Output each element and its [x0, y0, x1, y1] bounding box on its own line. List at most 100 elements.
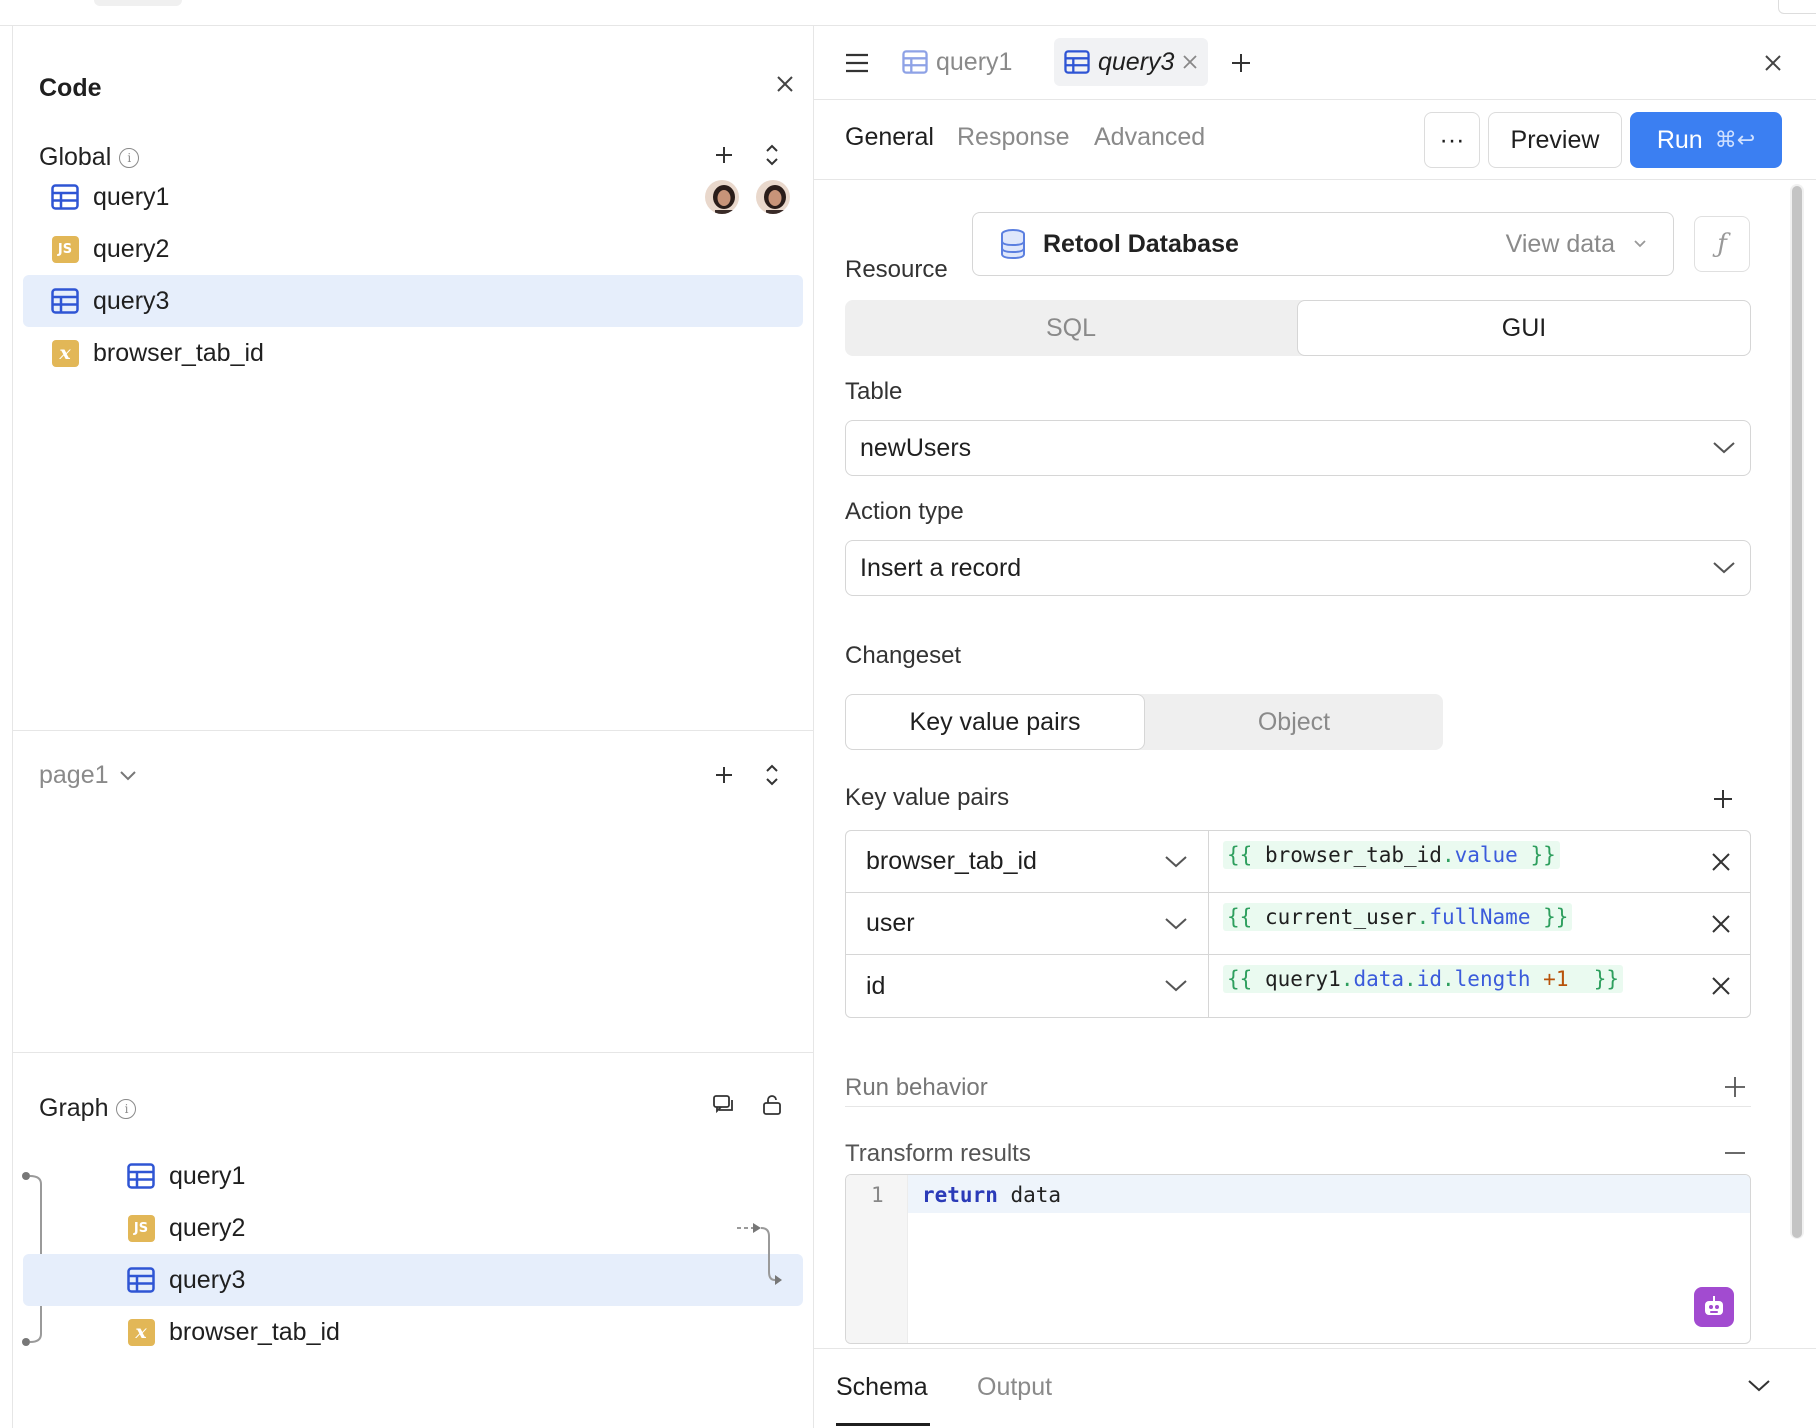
- key-select[interactable]: user: [846, 893, 1209, 954]
- graph-item-browser-tab-id[interactable]: x browser_tab_id: [23, 1306, 803, 1358]
- menu-button[interactable]: [842, 48, 872, 78]
- value-code: {{ current_user.fullName }}: [1223, 903, 1573, 931]
- plus-icon: [1232, 54, 1250, 72]
- comment-button[interactable]: [709, 1090, 739, 1120]
- global-item-query2[interactable]: JS query2: [23, 223, 803, 275]
- query-tab-bar: query1 query3: [814, 26, 1816, 100]
- new-tab-button[interactable]: [1226, 48, 1256, 78]
- info-icon[interactable]: i: [116, 1098, 137, 1119]
- query-editor-panel: query1 query3 General Response Advanced …: [814, 26, 1816, 1428]
- tab-query1[interactable]: query1: [892, 38, 1022, 86]
- collapse-bottom-panel-button[interactable]: [1744, 1371, 1774, 1401]
- ai-assistant-button[interactable]: [1694, 1287, 1734, 1327]
- resource-label: Resource: [845, 256, 948, 283]
- graph-item-query3[interactable]: query3: [23, 1254, 803, 1306]
- mode-gui[interactable]: GUI: [1297, 300, 1751, 356]
- collapse-transform-button[interactable]: [1720, 1138, 1750, 1168]
- toolbar-button[interactable]: [1778, 0, 1816, 14]
- more-options-button[interactable]: ···: [1424, 112, 1480, 168]
- info-icon[interactable]: i: [119, 147, 140, 168]
- close-icon: [777, 76, 793, 92]
- chevron-down-icon: [1165, 980, 1187, 992]
- key-value-row: user {{ current_user.fullName }}: [846, 893, 1750, 955]
- run-behavior-title[interactable]: Run behavior: [845, 1074, 988, 1102]
- table-query-icon: [51, 287, 79, 315]
- query-mode-toggle: SQL GUI: [845, 300, 1751, 356]
- subtab-response[interactable]: Response: [957, 123, 1070, 152]
- mode-sql[interactable]: SQL: [845, 300, 1297, 356]
- table-query-icon: [127, 1266, 155, 1294]
- tab-schema[interactable]: Schema: [836, 1373, 928, 1402]
- avatar[interactable]: [754, 178, 792, 216]
- run-button[interactable]: Run ⌘↩: [1630, 112, 1782, 168]
- table-query-icon: [1064, 50, 1090, 74]
- key-value-row: browser_tab_id {{ browser_tab_id.value }…: [846, 831, 1750, 893]
- comments-icon: [713, 1095, 733, 1114]
- expand-collapse-page-button[interactable]: [757, 760, 787, 790]
- value-input[interactable]: {{ current_user.fullName }}: [1209, 893, 1750, 954]
- chevron-up-down-icon: [766, 144, 778, 166]
- close-icon: [1712, 915, 1730, 933]
- transform-code-editor[interactable]: 1 return data: [845, 1174, 1751, 1344]
- changeset-object[interactable]: Object: [1145, 694, 1443, 750]
- lock-button[interactable]: [757, 1090, 787, 1120]
- key-select[interactable]: browser_tab_id: [846, 831, 1209, 892]
- key-value-row: id {{ query1.data.id.length +1 }}: [846, 955, 1750, 1017]
- expand-collapse-global-button[interactable]: [757, 140, 787, 170]
- close-icon: [1765, 55, 1781, 71]
- divider: [13, 1052, 813, 1053]
- preview-button[interactable]: Preview: [1488, 112, 1622, 168]
- plus-icon: [716, 767, 732, 783]
- delete-row-button[interactable]: [1706, 909, 1736, 939]
- close-code-panel-button[interactable]: [771, 70, 799, 98]
- hamburger-menu-icon: [846, 53, 868, 73]
- key-select[interactable]: id: [846, 955, 1209, 1017]
- changeset-key-value[interactable]: Key value pairs: [845, 694, 1145, 750]
- table-label: Table: [845, 378, 903, 405]
- toolbar-pill[interactable]: [94, 0, 182, 6]
- action-type-select[interactable]: Insert a record: [845, 540, 1751, 596]
- add-key-value-button[interactable]: [1708, 784, 1738, 814]
- close-editor-button[interactable]: [1758, 48, 1788, 78]
- graph-item-query2[interactable]: JS query2: [23, 1202, 803, 1254]
- global-item-query3[interactable]: query3: [23, 275, 803, 327]
- graph-item-query1[interactable]: query1: [23, 1150, 803, 1202]
- function-toggle-button[interactable]: ƒ: [1694, 216, 1750, 272]
- tab-output[interactable]: Output: [977, 1373, 1052, 1402]
- top-toolbar-strip: [0, 0, 1816, 26]
- value-input[interactable]: {{ query1.data.id.length +1 }}: [1209, 955, 1750, 1017]
- expand-run-behavior-button[interactable]: [1720, 1072, 1750, 1102]
- page-selector[interactable]: page1: [39, 761, 137, 790]
- chevron-down-icon: [1165, 917, 1187, 929]
- transform-results-title[interactable]: Transform results: [845, 1140, 1031, 1168]
- close-tab-icon[interactable]: [1182, 54, 1198, 70]
- resource-select[interactable]: Retool Database View data: [972, 212, 1674, 276]
- delete-row-button[interactable]: [1706, 971, 1736, 1001]
- subtab-general[interactable]: General: [845, 123, 934, 152]
- plus-icon: [1725, 1077, 1745, 1097]
- plus-icon: [716, 147, 732, 163]
- run-shortcut: ⌘↩: [1714, 127, 1756, 152]
- tab-query3[interactable]: query3: [1054, 38, 1209, 86]
- scrollbar-thumb[interactable]: [1792, 186, 1802, 1238]
- resource-name: Retool Database: [1043, 229, 1239, 258]
- divider: [845, 1106, 1751, 1107]
- minus-icon: [1725, 1152, 1745, 1154]
- global-item-label: browser_tab_id: [93, 338, 264, 367]
- add-page-item-button[interactable]: [709, 760, 739, 790]
- table-select[interactable]: newUsers: [845, 420, 1751, 476]
- avatar[interactable]: [703, 178, 741, 216]
- graph-section-title: Graph i: [39, 1094, 137, 1123]
- subtab-advanced[interactable]: Advanced: [1094, 123, 1205, 152]
- global-item-query1[interactable]: query1: [23, 171, 803, 223]
- view-data-link[interactable]: View data: [1506, 230, 1615, 259]
- graph-item-label: query1: [169, 1161, 246, 1190]
- value-input[interactable]: {{ browser_tab_id.value }}: [1209, 831, 1750, 892]
- close-icon: [1712, 853, 1730, 871]
- delete-row-button[interactable]: [1706, 847, 1736, 877]
- add-global-button[interactable]: [709, 140, 739, 170]
- global-item-browser-tab-id[interactable]: x browser_tab_id: [23, 327, 803, 379]
- query-subtabs: General Response Advanced ··· Preview Ru…: [814, 100, 1816, 180]
- changeset-toggle: Key value pairs Object: [845, 694, 1443, 750]
- table-query-icon: [127, 1162, 155, 1190]
